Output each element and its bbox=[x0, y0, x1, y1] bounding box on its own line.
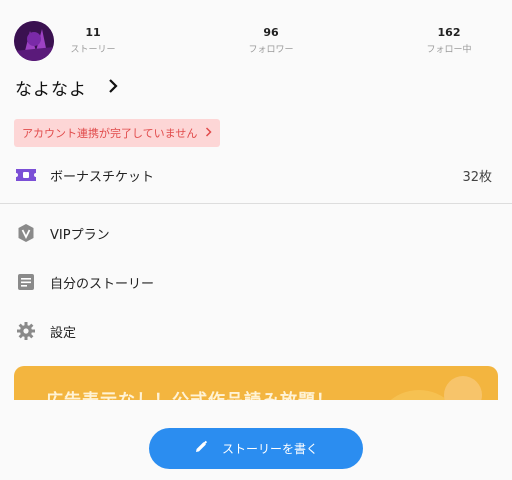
chevron-right-icon bbox=[107, 77, 119, 97]
divider bbox=[0, 203, 512, 204]
document-icon bbox=[15, 271, 37, 293]
pencil-icon bbox=[194, 440, 208, 457]
username-row[interactable]: なよなよ bbox=[15, 74, 119, 100]
stat-following-label: フォロー中 bbox=[426, 45, 472, 55]
stat-stories[interactable]: 11 ストーリー bbox=[48, 26, 138, 56]
menu-item-vip[interactable]: VIPプラン bbox=[0, 219, 512, 247]
username: なよなよ bbox=[15, 79, 87, 100]
promo-banner-text: 広告表示なし！公式作品読み放題！ bbox=[46, 386, 334, 400]
menu-item-vip-label: VIPプラン bbox=[50, 227, 110, 243]
banner-decoration bbox=[444, 376, 482, 400]
menu-item-my-stories[interactable]: 自分のストーリー bbox=[0, 268, 512, 296]
gear-icon bbox=[15, 320, 37, 342]
write-story-button[interactable]: ストーリーを書く bbox=[149, 428, 363, 469]
menu-item-settings-label: 設定 bbox=[50, 325, 77, 341]
bonus-ticket-count: 32枚 bbox=[462, 169, 492, 185]
chevron-right-icon bbox=[205, 126, 212, 140]
stat-following-count: 162 bbox=[437, 26, 461, 39]
ticket-icon bbox=[15, 164, 37, 186]
stat-followers[interactable]: 96 フォロワー bbox=[226, 26, 316, 56]
account-link-warning[interactable]: アカウント連携が完了していません bbox=[14, 119, 221, 147]
stat-followers-label: フォロワー bbox=[248, 45, 294, 55]
stat-stories-label: ストーリー bbox=[70, 45, 116, 55]
stat-following[interactable]: 162 フォロー中 bbox=[404, 26, 494, 56]
stat-stories-count: 11 bbox=[85, 26, 101, 39]
vip-badge-icon bbox=[15, 222, 37, 244]
menu-item-bonus-ticket-label: ボーナスチケット bbox=[50, 169, 155, 185]
menu-item-my-stories-label: 自分のストーリー bbox=[50, 276, 155, 292]
account-link-warning-text: アカウント連携が完了していません bbox=[22, 127, 198, 140]
write-story-button-label: ストーリーを書く bbox=[221, 442, 318, 456]
menu-item-settings[interactable]: 設定 bbox=[0, 317, 512, 345]
stat-followers-count: 96 bbox=[263, 26, 279, 39]
menu-item-bonus-ticket[interactable]: ボーナスチケット 32枚 bbox=[0, 161, 512, 189]
promo-banner[interactable]: 広告表示なし！公式作品読み放題！ bbox=[14, 366, 498, 400]
